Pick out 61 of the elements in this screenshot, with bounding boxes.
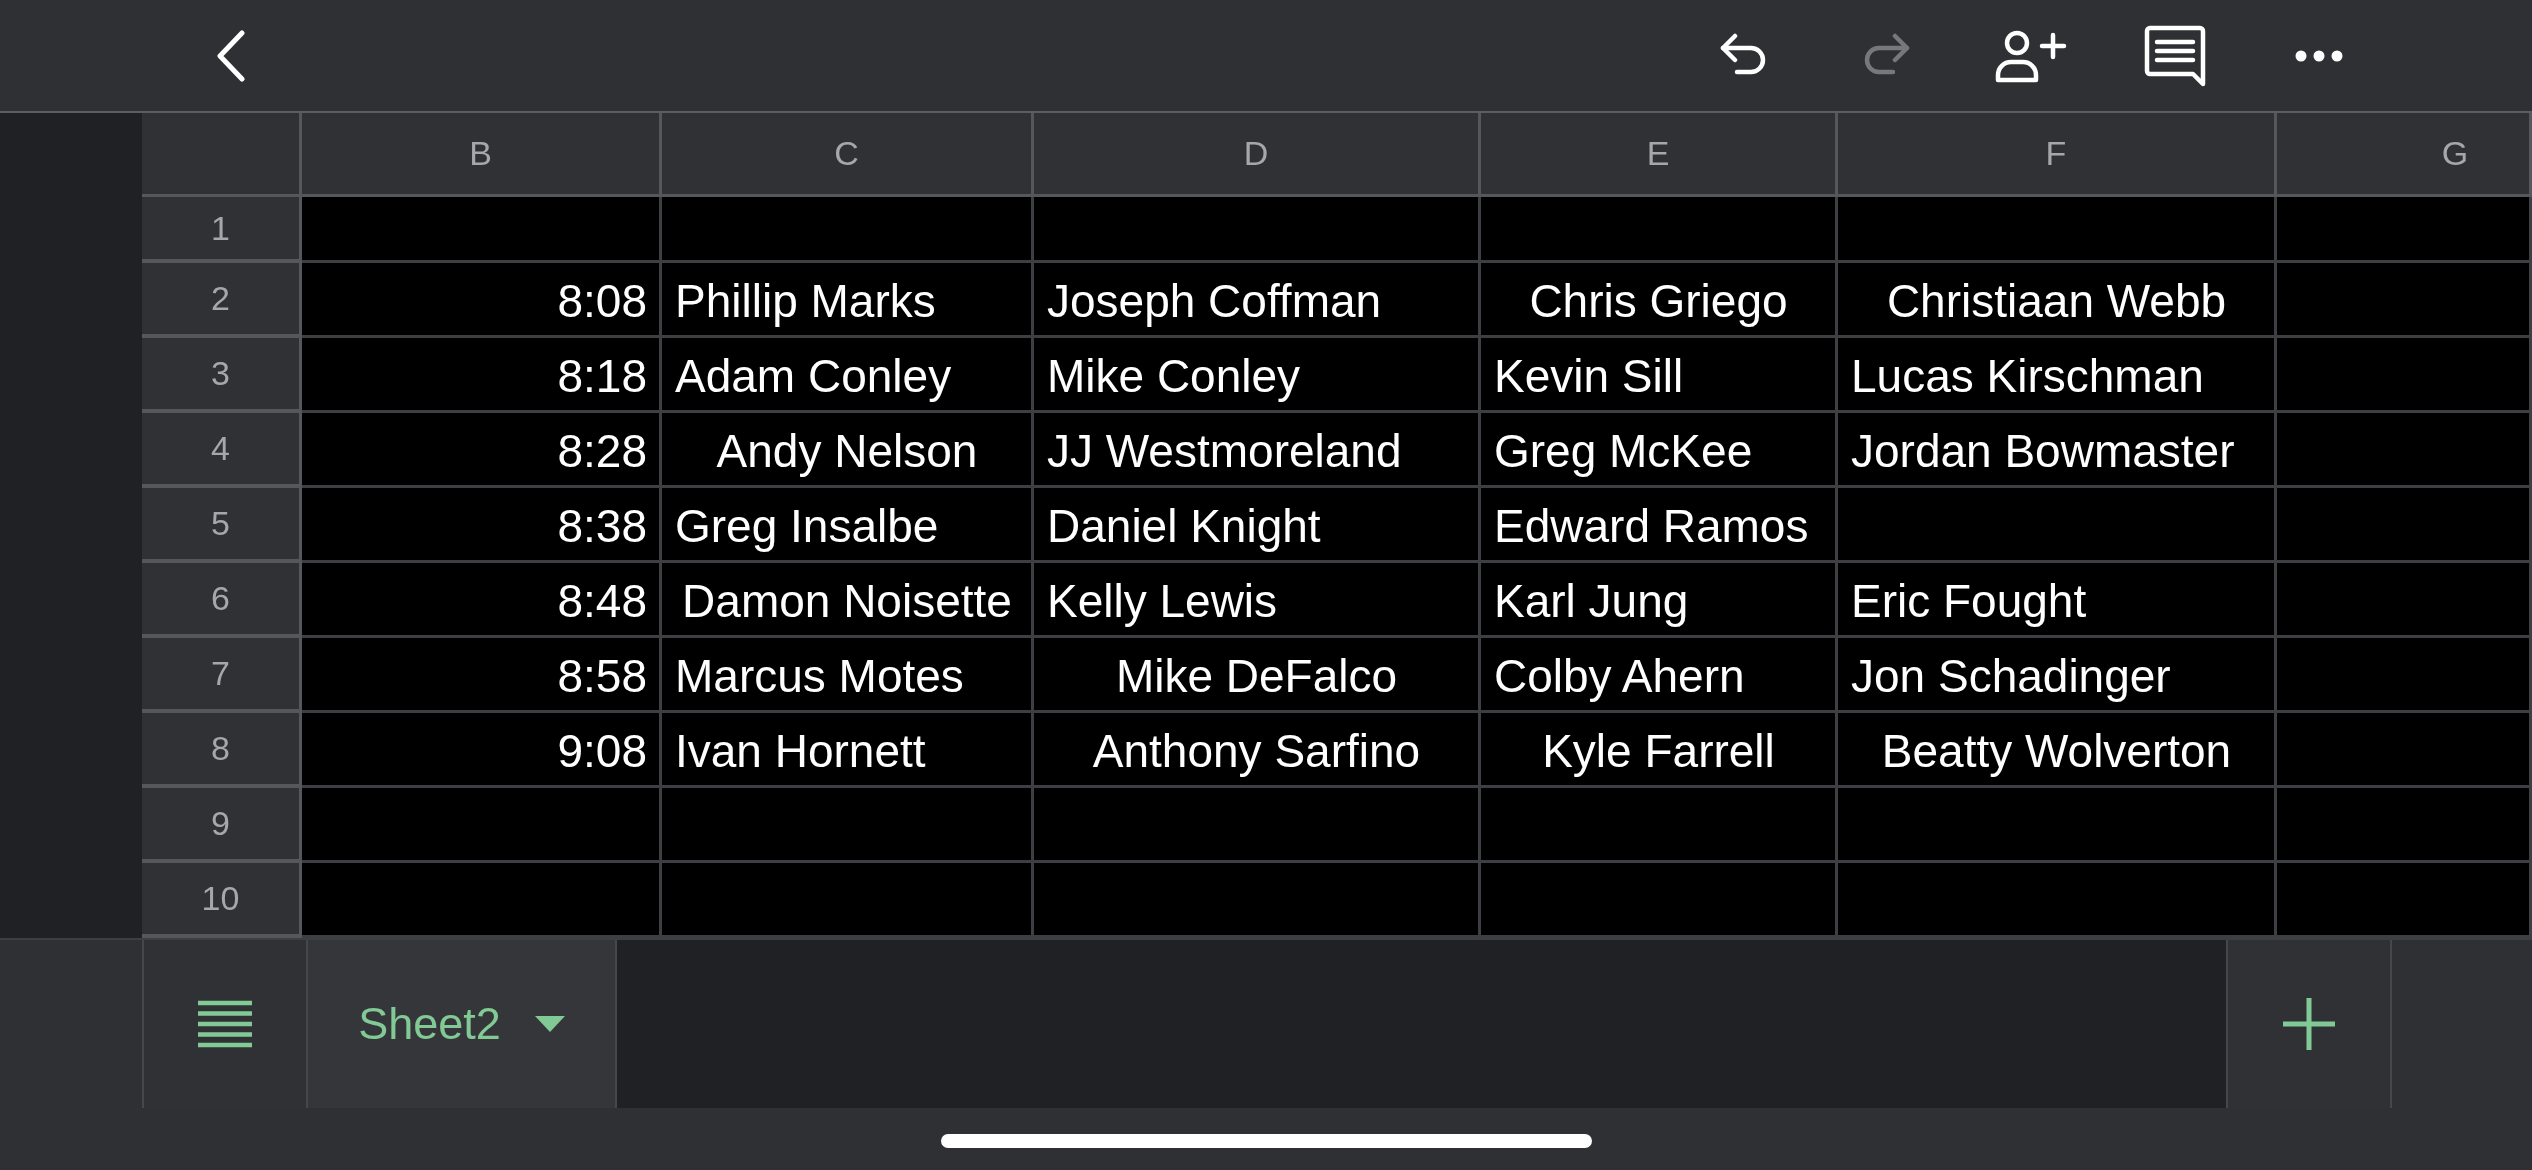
table-cell: Edward Ramos [1481, 488, 1838, 563]
table-cell: Andy Nelson [662, 413, 1034, 488]
row-header[interactable]: 10 [142, 863, 302, 938]
comment-icon [2144, 24, 2206, 87]
row-header[interactable]: 4 [142, 413, 302, 488]
table-cell: Mike DeFalco [1034, 638, 1481, 713]
column-header[interactable]: C [662, 113, 1034, 197]
sheet-tab[interactable]: Sheet2 [308, 940, 617, 1108]
table-cell: Damon Noisette [662, 563, 1034, 638]
table-cell: Daniel Knight [1034, 488, 1481, 563]
table-cell: Kevin Sill [1481, 338, 1838, 413]
table-cell: Adam Conley [662, 338, 1034, 413]
table-cell: Chris Griego [1481, 263, 1838, 338]
table-cell: Mike Conley [1034, 338, 1481, 413]
column-header[interactable]: F [1838, 113, 2277, 197]
more-icon [2295, 49, 2343, 62]
column-header[interactable]: D [1034, 113, 1481, 197]
row-header[interactable]: 3 [142, 338, 302, 413]
caret-icon [534, 1016, 565, 1032]
table-cell: 8:08 [302, 263, 662, 338]
table-cell: Beatty Wolverton [1838, 713, 2277, 788]
table-cell: JJ Westmoreland [1034, 413, 1481, 488]
table-cell: Eric Fought [1838, 563, 2277, 638]
table-cell: 8:28 [302, 413, 662, 488]
plus-icon [2281, 996, 2337, 1052]
sheet-list-button[interactable] [142, 940, 308, 1108]
table-cell: Karl Jung [1481, 563, 1838, 638]
chevron-left-icon [216, 29, 246, 82]
table-cell: Anthony Sarfino [1034, 713, 1481, 788]
table-cell: Ivan Hornett [662, 713, 1034, 788]
person-plus-icon [1995, 28, 2067, 83]
table-cell: 8:38 [302, 488, 662, 563]
table-cell: Kyle Farrell [1481, 713, 1838, 788]
table-cell: Colby Ahern [1481, 638, 1838, 713]
menu-icon [196, 999, 254, 1049]
table-cell: Jon Schadinger [1838, 638, 2277, 713]
row-header[interactable]: 6 [142, 563, 302, 638]
table-cell: Lucas Kirschman [1838, 338, 2277, 413]
table-cell: Jordan Bowmaster [1838, 413, 2277, 488]
table-cell: Kelly Lewis [1034, 563, 1481, 638]
row-header[interactable]: 5 [142, 488, 302, 563]
table-cell: Marcus Motes [662, 638, 1034, 713]
column-header[interactable]: G [2277, 113, 2532, 197]
row-header[interactable]: 9 [142, 788, 302, 863]
table-cell: Phillip Marks [662, 263, 1034, 338]
table-cell: Greg Insalbe [662, 488, 1034, 563]
column-header[interactable]: E [1481, 113, 1838, 197]
row-header[interactable]: 2 [142, 263, 302, 338]
add-sheet-button[interactable] [2226, 940, 2392, 1108]
table-cell: 9:08 [302, 713, 662, 788]
table-cell: 8:48 [302, 563, 662, 638]
table-cell: Joseph Coffman [1034, 263, 1481, 338]
table-cell: 8:18 [302, 338, 662, 413]
table-cell: Christiaan Webb [1838, 263, 2277, 338]
row-header[interactable]: 1 [142, 197, 302, 263]
table-cell: 8:58 [302, 638, 662, 713]
row-header[interactable]: 7 [142, 638, 302, 713]
row-header[interactable]: 8 [142, 713, 302, 788]
corner-cell[interactable] [142, 113, 302, 197]
column-header[interactable]: B [302, 113, 662, 197]
table-cell: Greg McKee [1481, 413, 1838, 488]
